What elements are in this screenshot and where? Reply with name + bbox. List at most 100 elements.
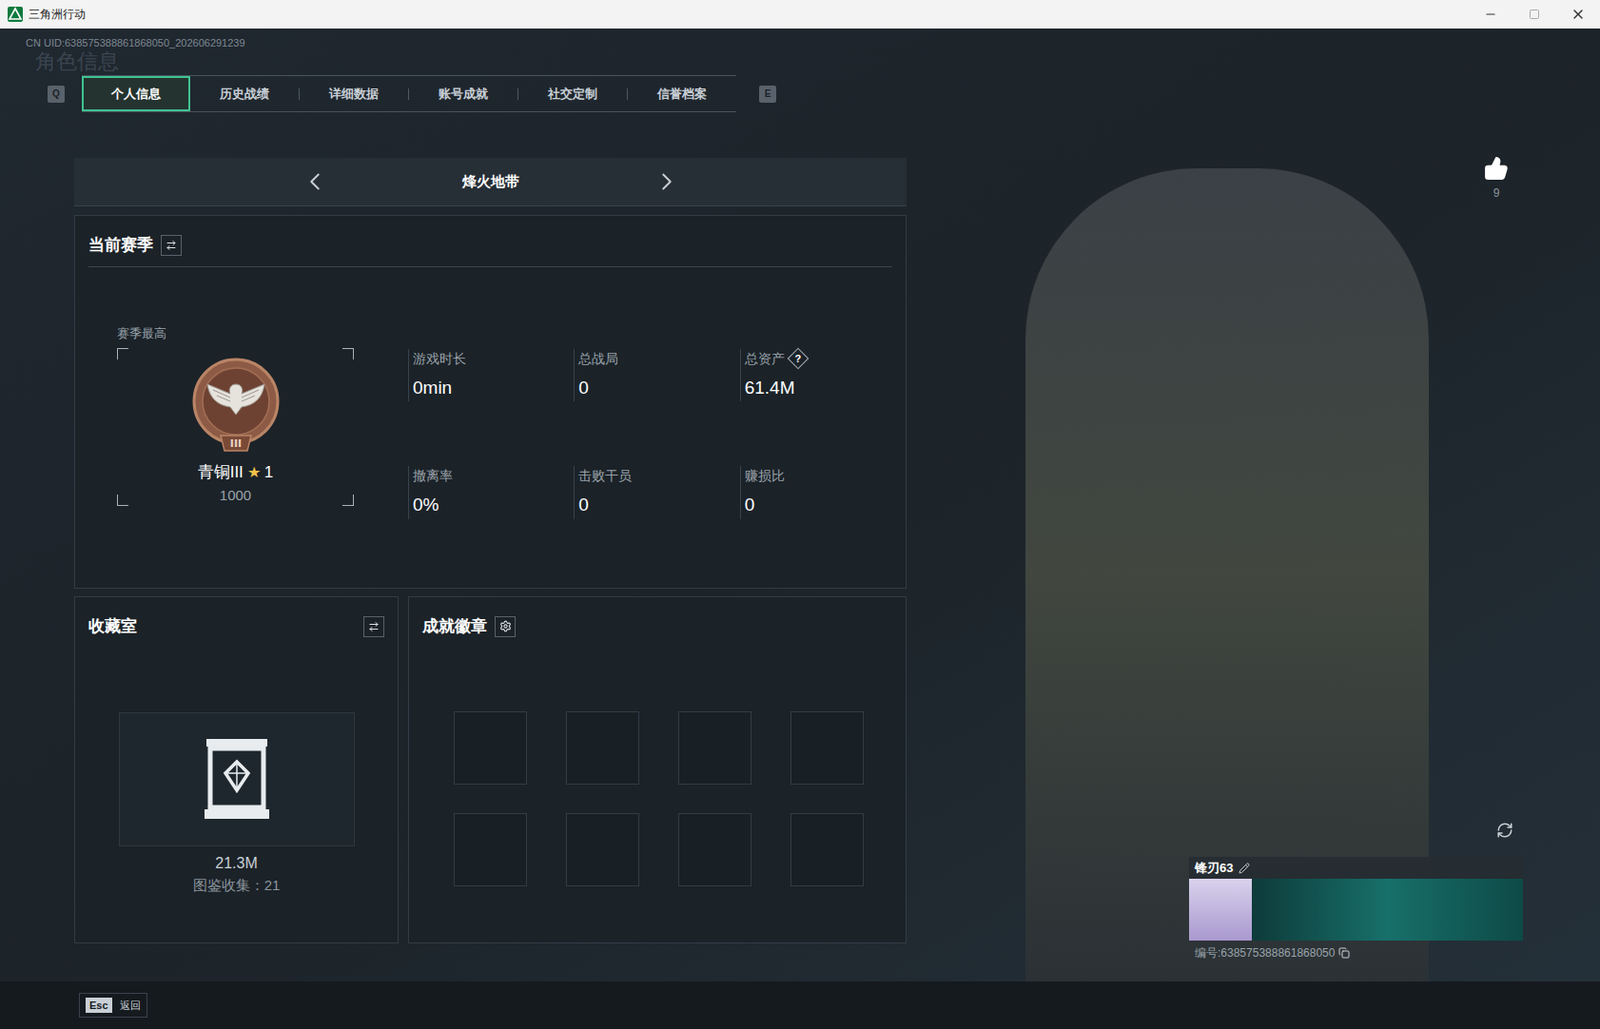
tab[interactable]: 信誉档案 <box>627 76 737 112</box>
back-label: 返回 <box>119 997 141 1015</box>
minimize-button[interactable] <box>1468 0 1513 29</box>
like-button[interactable] <box>1483 156 1509 181</box>
mode-selector: 烽火地带 <box>74 157 907 207</box>
uid-text: CN UID:638575388861868050_202606291239 <box>25 36 907 50</box>
stat-label: 总资产 <box>744 349 785 370</box>
badge-slot[interactable] <box>678 711 752 785</box>
panel-title: 当前赛季 <box>88 233 154 258</box>
star-icon: ★ <box>247 461 261 485</box>
badge-slot[interactable] <box>565 711 640 785</box>
maximize-button[interactable] <box>1512 0 1557 29</box>
player-name: 锋刃63 <box>1194 858 1233 879</box>
badge-slot[interactable] <box>678 813 752 887</box>
next-tab-key[interactable]: E <box>759 85 777 103</box>
player-card: 锋刃63 编号:638575388861868050 <box>1189 857 1523 962</box>
stat-value: 0 <box>578 374 740 403</box>
panel-title: 成就徽章 <box>422 614 488 640</box>
chevron-right-icon <box>652 167 682 196</box>
character-area: 9 锋刃63 编号:638575388861868050 <box>906 28 1600 982</box>
stat-value: 0 <box>578 491 740 520</box>
season-panel: 当前赛季赛季最高III青铜III★11000游戏时长0min总战局0总资产?61… <box>74 214 907 589</box>
mode-label: 烽火地带 <box>452 171 529 194</box>
collection-panel[interactable]: 收藏室 21.3M图鉴收集：21 <box>74 596 399 944</box>
tab[interactable]: 账号成就 <box>409 76 518 112</box>
swap-icon <box>165 239 177 252</box>
next-mode-button[interactable] <box>652 167 682 196</box>
stat-label: 游戏时长 <box>412 349 467 370</box>
stat-item: 撤离率 0% <box>408 466 574 520</box>
player-banner <box>1251 878 1523 941</box>
badge-settings-button[interactable] <box>494 616 516 638</box>
svg-text:III: III <box>229 437 241 450</box>
stat-label: 赚损比 <box>744 466 785 487</box>
maximize-icon <box>1528 8 1541 20</box>
trophy-case-icon <box>202 737 272 821</box>
stat-item: 总资产? 61.4M <box>740 349 906 403</box>
stat-value: 0% <box>412 491 574 520</box>
corner-bracket <box>342 348 354 360</box>
badge-slot[interactable] <box>790 813 864 887</box>
close-button[interactable] <box>1556 0 1600 29</box>
badge-slot[interactable] <box>565 813 640 887</box>
close-icon <box>1570 6 1586 22</box>
help-icon[interactable]: ? <box>786 348 809 371</box>
switch-collection-button[interactable] <box>363 616 385 638</box>
edit-name-button[interactable] <box>1238 862 1250 875</box>
back-button[interactable]: Esc 返回 <box>78 993 148 1019</box>
stat-item: 击败干员 0 <box>573 466 740 520</box>
copy-id-button[interactable] <box>1338 947 1350 959</box>
corner-bracket <box>342 494 354 507</box>
corner-bracket <box>117 494 129 507</box>
tab-bar: 个人信息历史战绩详细数据账号成就社交定制信誉档案 <box>81 75 737 113</box>
rank-name: 青铜III <box>197 460 244 486</box>
switch-season-button[interactable] <box>160 234 182 256</box>
app-window: 三角洲行动 CN UID:638575388861868050_202606291… <box>0 0 1600 1029</box>
stat-item: 游戏时长 0min <box>408 349 574 403</box>
stat-value: 0 <box>744 491 906 520</box>
prev-mode-button[interactable] <box>300 167 330 196</box>
like-count: 9 <box>1493 184 1501 202</box>
watermark-text: 角色信息 <box>25 49 907 75</box>
rank-score: 1000 <box>219 485 252 508</box>
corner-bracket <box>117 348 129 360</box>
stat-label: 总战局 <box>578 349 619 370</box>
collection-value: 21.3M <box>75 852 398 876</box>
window-title: 三角洲行动 <box>28 5 86 23</box>
badges-panel: 成就徽章 <box>408 596 907 944</box>
stat-item: 赚损比 0 <box>740 466 906 520</box>
esc-key: Esc <box>85 997 113 1015</box>
panel-divider <box>88 266 893 268</box>
stat-label: 击败干员 <box>578 466 632 487</box>
chevron-left-icon <box>300 167 330 196</box>
tab-row: Q 个人信息历史战绩详细数据账号成就社交定制信誉档案 E <box>47 75 907 113</box>
stat-value: 61.4M <box>744 374 906 403</box>
badge-slot[interactable] <box>453 711 527 785</box>
panel-title: 收藏室 <box>88 614 137 640</box>
gear-icon <box>499 620 512 633</box>
rank-card: III 青铜III★1 1000 <box>117 348 354 507</box>
collection-caption: 图鉴收集：21 <box>75 875 398 898</box>
refresh-button[interactable] <box>1496 821 1514 840</box>
tab[interactable]: 详细数据 <box>299 76 409 112</box>
badge-slot[interactable] <box>453 813 527 887</box>
prev-tab-key[interactable]: Q <box>47 85 65 103</box>
stat-value: 0min <box>412 374 574 403</box>
profile-screen: CN UID:638575388861868050_202606291239角色… <box>0 28 1600 982</box>
star-count: 1 <box>264 460 274 486</box>
tab[interactable]: 历史战绩 <box>190 76 299 112</box>
stat-item: 总战局 0 <box>573 349 740 403</box>
badge-slot[interactable] <box>790 711 864 785</box>
stat-label: 撤离率 <box>412 466 453 487</box>
refresh-icon <box>1496 821 1514 840</box>
pencil-icon <box>1238 862 1250 875</box>
swap-icon <box>368 621 380 633</box>
tab[interactable]: 社交定制 <box>518 76 627 112</box>
title-bar: 三角洲行动 <box>0 0 1600 29</box>
minimize-icon <box>1483 7 1498 21</box>
player-avatar[interactable] <box>1189 878 1252 941</box>
player-id: 编号:638575388861868050 <box>1194 944 1335 962</box>
rank-emblem-icon: III <box>186 355 286 457</box>
tab[interactable]: 个人信息 <box>81 76 191 112</box>
footer-bar: Esc 返回 <box>0 981 1600 1029</box>
best-label: 赛季最高 <box>117 324 354 344</box>
